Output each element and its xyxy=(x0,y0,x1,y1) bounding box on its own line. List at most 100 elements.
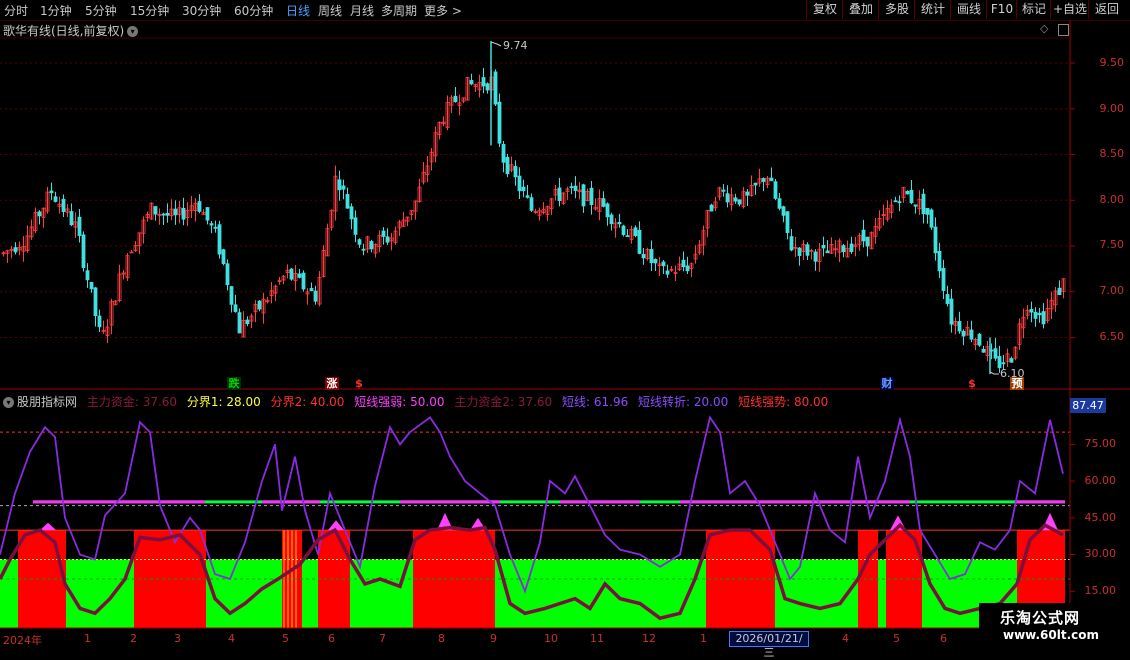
y-tick: 6.50 xyxy=(1099,330,1125,343)
indicator-legend: ▾ 股朋指标网 主力资金: 37.60 分界1: 28.00 分界2: 40.00… xyxy=(3,393,834,410)
candle-body xyxy=(709,204,714,212)
candle-body xyxy=(245,319,250,325)
x-label: 3 xyxy=(174,632,181,645)
kline-chart-canvas[interactable] xyxy=(0,0,1130,650)
diamond-icon[interactable]: ◇ xyxy=(1040,22,1048,35)
candle-body xyxy=(349,206,354,220)
candle-body xyxy=(513,166,518,178)
candle-body xyxy=(841,245,846,253)
signal-dollar-marker[interactable]: $ xyxy=(965,377,979,390)
legend-short-strength: 短线强弱: 50.00 xyxy=(354,395,445,409)
candle-body xyxy=(653,259,658,264)
candle-body xyxy=(849,243,854,253)
candle-body xyxy=(681,259,686,268)
x-label: 6 xyxy=(940,632,947,645)
candle-body xyxy=(209,223,214,226)
candle-body xyxy=(505,156,510,175)
candle-body xyxy=(621,225,626,235)
candle-body xyxy=(85,270,90,281)
candle-body xyxy=(617,221,622,225)
candle-body xyxy=(313,290,318,302)
legend-boundary1: 分界1: 28.00 xyxy=(186,395,261,409)
y-tick: 15.00 xyxy=(1084,584,1117,597)
candle-body xyxy=(785,211,790,234)
candle-body xyxy=(633,227,638,236)
candle-body xyxy=(1037,312,1042,316)
green-zone-bar xyxy=(878,559,886,628)
chevron-down-icon[interactable]: ▾ xyxy=(127,26,139,37)
legend-short-line: 短线: 61.96 xyxy=(562,395,629,409)
candle-body xyxy=(929,209,934,228)
candle-body xyxy=(517,175,522,192)
y-tick: 60.00 xyxy=(1084,474,1117,487)
candle-body xyxy=(353,217,358,235)
candle-body xyxy=(497,101,502,144)
candle-body xyxy=(825,250,830,254)
candle-body xyxy=(773,181,778,199)
candle-body xyxy=(81,234,86,268)
x-label: 10 xyxy=(544,632,558,645)
candle-body xyxy=(905,190,910,195)
candle-body xyxy=(69,211,74,226)
candle-body xyxy=(89,281,94,290)
x-label: 2 xyxy=(130,632,137,645)
legend-main-fund2: 主力资金2: 37.60 xyxy=(454,395,553,409)
x-label: 8 xyxy=(438,632,445,645)
candle-body xyxy=(289,268,294,280)
legend-main-fund: 主力资金: 37.60 xyxy=(86,395,178,409)
candle-body xyxy=(229,286,234,305)
maximize-icon[interactable] xyxy=(1058,24,1069,36)
candle-body xyxy=(237,312,242,334)
signal-finance-marker[interactable]: 财 xyxy=(880,377,894,390)
legend-short-strong: 短线强势: 80.00 xyxy=(738,395,829,409)
candle-body xyxy=(997,356,1002,369)
signal-forecast-marker[interactable]: 预 xyxy=(1010,377,1024,390)
candle-body xyxy=(605,203,610,218)
candle-body xyxy=(173,208,178,216)
candle-body xyxy=(77,216,82,236)
candle-body xyxy=(1033,311,1038,319)
candle-body xyxy=(733,197,738,202)
candle-body xyxy=(777,198,782,209)
x-label: 1 xyxy=(84,632,91,645)
candle-body xyxy=(53,196,58,202)
candle-body xyxy=(181,207,186,220)
candle-body xyxy=(897,201,902,204)
candle-body xyxy=(469,80,474,85)
candle-body xyxy=(581,184,586,207)
candle-body xyxy=(557,187,562,201)
candle-body xyxy=(1001,362,1006,365)
candle-body xyxy=(981,348,986,353)
watermark-title: 乐淘公式网 xyxy=(1000,609,1081,627)
green-zone-bar xyxy=(302,559,318,628)
candle-body xyxy=(745,191,750,196)
x-label: 5 xyxy=(893,632,900,645)
signal-fall-marker[interactable]: 跌 xyxy=(227,377,241,390)
candle-body xyxy=(949,298,954,325)
candle-body xyxy=(925,208,930,215)
candle-body xyxy=(1029,309,1034,313)
candle-body xyxy=(369,241,374,250)
chevron-down-icon[interactable]: ▾ xyxy=(3,397,14,408)
candle-body xyxy=(529,197,534,211)
candle-body xyxy=(649,248,654,264)
signal-rise-marker[interactable]: 涨 xyxy=(325,377,339,390)
signal-dollar-marker[interactable]: $ xyxy=(352,377,366,390)
candle-body xyxy=(569,186,574,189)
candle-body xyxy=(345,194,350,209)
candle-body xyxy=(485,83,490,91)
candle-body xyxy=(357,239,362,245)
candle-body xyxy=(221,249,226,264)
candle-body xyxy=(685,265,690,272)
green-zone-bar xyxy=(66,559,134,628)
candle-body xyxy=(933,226,938,254)
candle-body xyxy=(913,204,918,207)
candle-body xyxy=(661,261,666,267)
candle-body xyxy=(521,186,526,192)
candle-body xyxy=(977,333,982,346)
candle-body xyxy=(781,206,786,216)
candle-body xyxy=(13,247,18,253)
candle-body xyxy=(481,77,486,87)
candle-body xyxy=(865,236,870,247)
indicator-name[interactable]: 股朋指标网 xyxy=(17,395,77,409)
